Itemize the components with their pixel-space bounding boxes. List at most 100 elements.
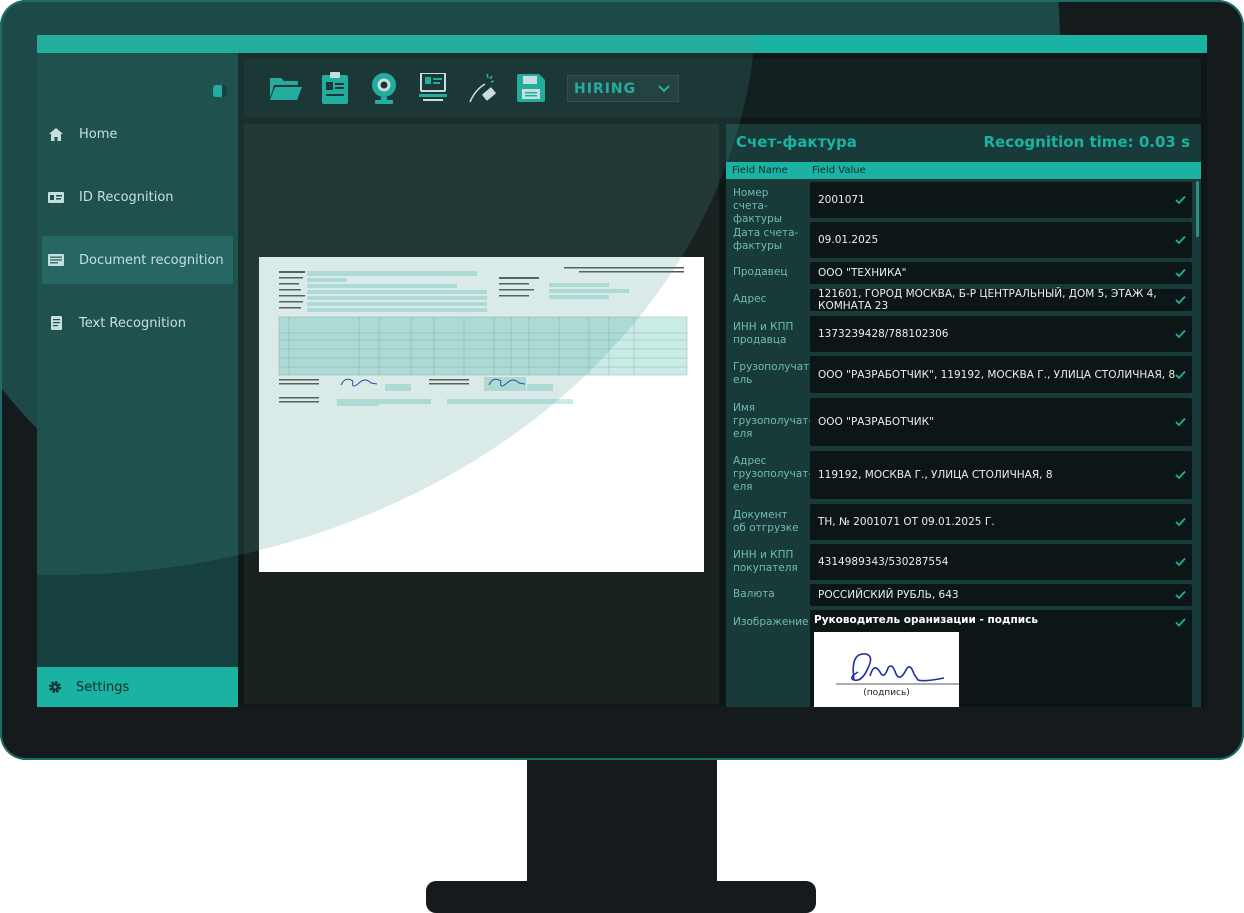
field-value-text: 09.01.2025 <box>818 234 879 246</box>
column-header-field-name: Field Name <box>732 165 788 176</box>
check-icon <box>1175 470 1186 480</box>
field-value[interactable]: 121601, ГОРОД МОСКВА, Б-Р ЦЕНТРАЛЬНЫЙ, Д… <box>810 288 1192 312</box>
settings-label: Settings <box>76 679 130 695</box>
open-folder-icon <box>270 78 302 100</box>
field-name: ИНН и КПП продавца <box>733 321 794 346</box>
table-row: Имя грузополучат-еля ООО "РАЗРАБОТЧИК" <box>726 397 1196 447</box>
field-value[interactable]: РОССИЙСКИЙ РУБЛЬ, 643 <box>810 584 1192 606</box>
field-value[interactable]: ООО "РАЗРАБОТЧИК", 119192, МОСКВА Г., УЛ… <box>810 356 1192 393</box>
home-icon <box>48 126 64 142</box>
field-name: Валюта <box>733 588 775 600</box>
field-name: Адрес <box>733 293 767 305</box>
monitor-stand-neck <box>527 758 717 890</box>
field-value-text: ООО "РАЗРАБОТЧИК" <box>818 416 934 428</box>
sidebar-collapse-toggle[interactable] <box>213 85 227 97</box>
signature-image: (подпись) <box>814 632 959 707</box>
field-value[interactable]: ООО "РАЗРАБОТЧИК" <box>810 398 1192 446</box>
field-value-text: 119192, МОСКВА Г., УЛИЦА СТОЛИЧНАЯ, 8 <box>818 469 1053 481</box>
check-icon <box>1175 517 1186 527</box>
table-row: ИНН и КПП продавца 1373239428/788102306 <box>726 315 1196 353</box>
image-field-title: Руководитель оранизации - подпись <box>814 614 1038 626</box>
field-name: ИНН и КПП покупателя <box>733 549 798 574</box>
field-value-text: 1373239428/788102306 <box>818 328 949 340</box>
field-value[interactable]: 1373239428/788102306 <box>810 316 1192 352</box>
title-bar <box>37 35 1207 53</box>
document-icon <box>48 252 64 268</box>
table-row: Адрес 121601, ГОРОД МОСКВА, Б-Р ЦЕНТРАЛЬ… <box>726 288 1196 312</box>
field-name: Дата счета-фактуры <box>733 227 799 252</box>
sidebar-item-label: Document recognition <box>79 252 224 268</box>
monitor-frame: Home ID Recognition Document recognition… <box>0 0 1244 760</box>
wand-icon <box>469 73 496 103</box>
table-row: Дата счета-фактуры 09.01.2025 <box>726 221 1196 259</box>
mode-select-value: HIRING <box>574 80 637 97</box>
field-value[interactable]: ООО "ТЕХНИКА" <box>810 262 1192 284</box>
check-icon <box>1175 417 1186 427</box>
scan-id-button[interactable] <box>416 71 450 105</box>
field-value[interactable]: 09.01.2025 <box>810 222 1192 258</box>
sidebar-item-document-recognition[interactable]: Document recognition <box>42 236 233 284</box>
document-preview[interactable] <box>259 257 704 572</box>
sidebar-item-label: Text Recognition <box>79 315 186 331</box>
table-row: ИНН и КПП покупателя 4314989343/53028755… <box>726 543 1196 581</box>
field-value[interactable]: ТН, № 2001071 ОТ 09.01.2025 Г. <box>810 504 1192 540</box>
webcam-icon <box>372 73 396 104</box>
document-viewer <box>244 124 719 704</box>
table-row: Номер счета-фактуры 2001071 <box>726 181 1196 225</box>
recognition-time: Recognition time: 0.03 s <box>983 133 1191 151</box>
table-row-image: Изображение Руководитель оранизации - по… <box>726 609 1196 707</box>
open-folder-button[interactable] <box>269 71 303 105</box>
check-icon <box>1175 295 1186 305</box>
settings-button[interactable]: Settings <box>37 667 238 707</box>
table-row: Грузополучат-ель ООО "РАЗРАБОТЧИК", 1191… <box>726 355 1196 393</box>
clipboard-icon <box>322 72 348 104</box>
check-icon <box>1175 235 1186 245</box>
chevron-down-icon <box>658 84 670 92</box>
check-icon <box>1175 195 1186 205</box>
magic-wand-button[interactable] <box>465 71 499 105</box>
table-row: Валюта РОССИЙСКИЙ РУБЛЬ, 643 <box>726 583 1196 606</box>
check-icon <box>1175 370 1186 379</box>
table-row: Адрес грузополучат-еля 119192, МОСКВА Г.… <box>726 450 1196 500</box>
sidebar-item-home[interactable]: Home <box>42 110 233 158</box>
id-card-icon <box>48 189 64 205</box>
sidebar-item-text-recognition[interactable]: Text Recognition <box>42 299 233 347</box>
clipboard-button[interactable] <box>318 71 352 105</box>
signature-caption: (подпись) <box>863 688 910 698</box>
check-icon <box>1175 590 1186 600</box>
toolbar: HIRING <box>244 59 1201 117</box>
field-value-text: ООО "ТЕХНИКА" <box>818 267 907 279</box>
field-value-text: ТН, № 2001071 ОТ 09.01.2025 Г. <box>818 516 995 528</box>
sidebar-item-label: ID Recognition <box>79 189 174 205</box>
gear-icon <box>47 679 63 695</box>
text-icon <box>48 315 64 331</box>
sidebar-item-label: Home <box>79 126 118 142</box>
table-row: Документ об отгрузке ТН, № 2001071 ОТ 09… <box>726 503 1196 541</box>
webcam-button[interactable] <box>367 71 401 105</box>
field-value[interactable]: 119192, МОСКВА Г., УЛИЦА СТОЛИЧНАЯ, 8 <box>810 451 1192 499</box>
field-name: Имя грузополучат-еля <box>733 402 813 440</box>
field-name: Документ об отгрузке <box>733 509 799 534</box>
field-value-image[interactable]: Руководитель оранизации - подпись (подпи… <box>810 610 1192 707</box>
save-button[interactable] <box>514 71 548 105</box>
field-name: Грузополучат-ель <box>733 361 814 386</box>
monitor-stand-base <box>426 881 816 913</box>
results-scrollbar[interactable] <box>1196 181 1199 237</box>
sidebar-item-id-recognition[interactable]: ID Recognition <box>42 173 233 221</box>
save-icon <box>517 74 545 102</box>
field-value[interactable]: 2001071 <box>810 182 1192 218</box>
field-name: Продавец <box>733 266 788 278</box>
mode-select[interactable]: HIRING <box>567 75 679 102</box>
field-value-text: 2001071 <box>818 194 865 206</box>
check-icon <box>1175 329 1186 339</box>
check-icon <box>1175 618 1186 627</box>
document-type-title: Счет-фактура <box>736 133 857 151</box>
field-value-text: РОССИЙСКИЙ РУБЛЬ, 643 <box>818 589 959 601</box>
field-name: Изображение <box>733 616 809 628</box>
check-icon <box>1175 268 1186 278</box>
invoice-scan-image <box>278 267 688 406</box>
scan-id-icon <box>419 73 447 101</box>
check-icon <box>1175 557 1186 567</box>
field-name: Адрес грузополучат-еля <box>733 455 813 493</box>
field-value[interactable]: 4314989343/530287554 <box>810 544 1192 580</box>
